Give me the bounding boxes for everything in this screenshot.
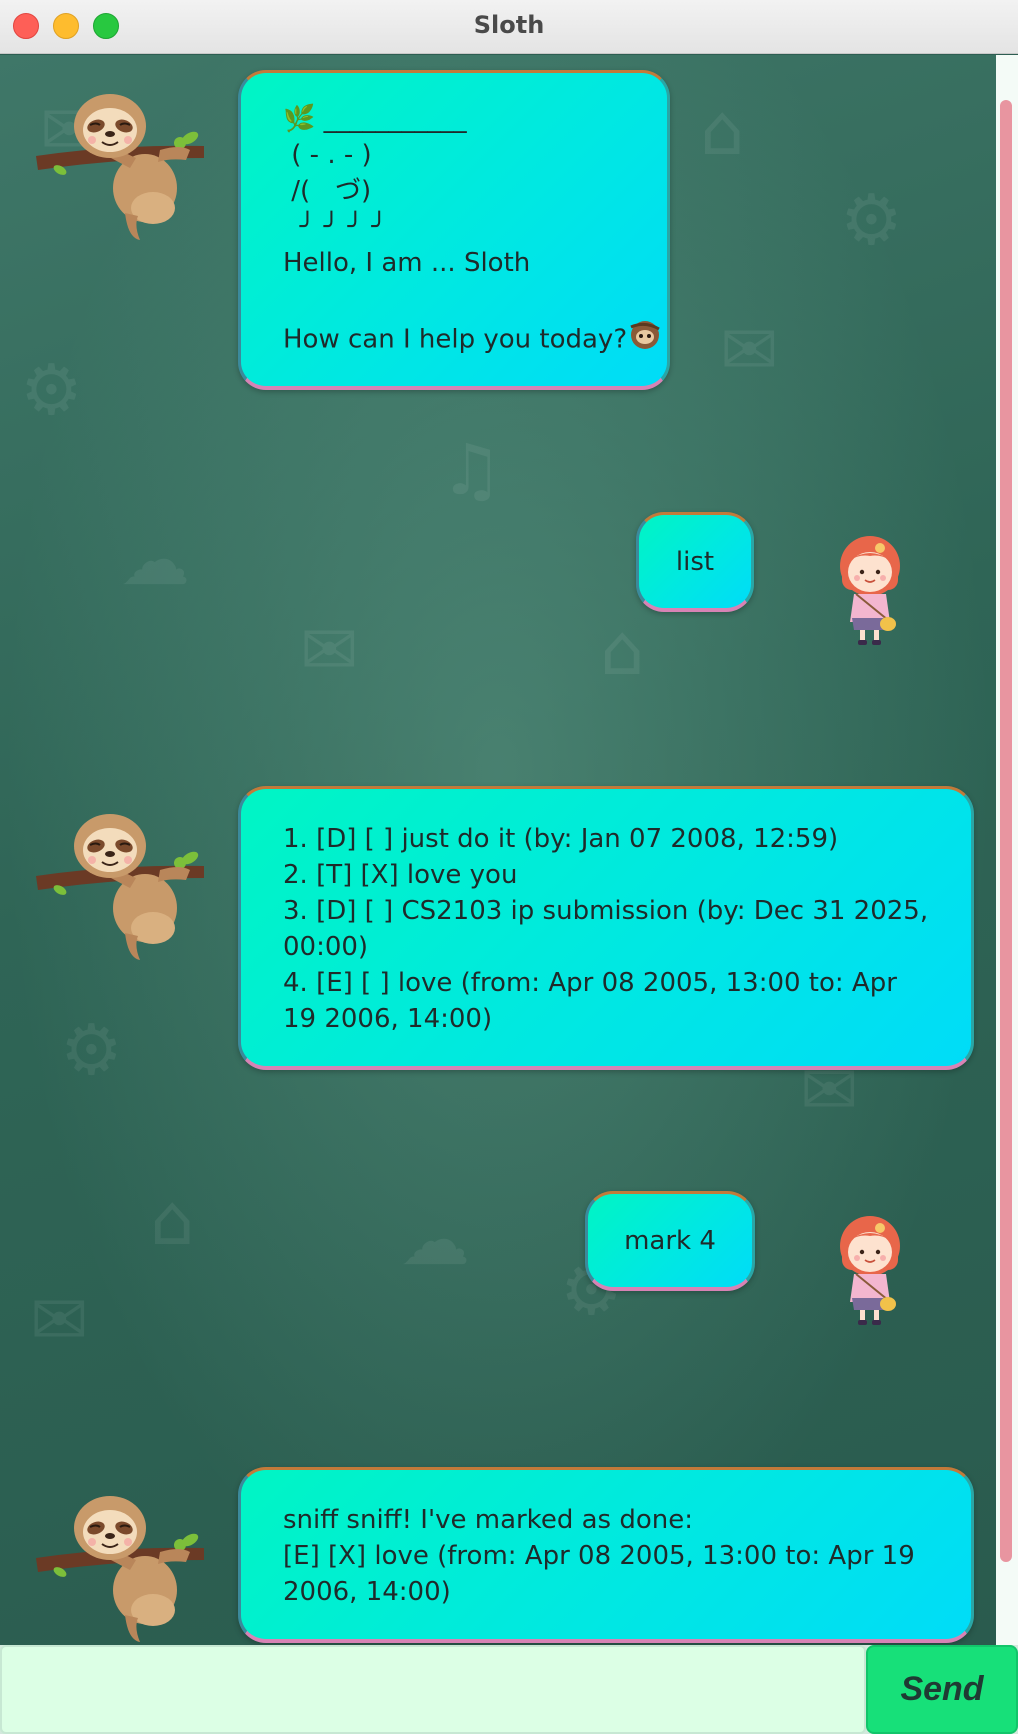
message-line: 4. [E] [ ] love (from: Apr 08 2005, 13:0… bbox=[283, 968, 897, 1034]
background-pattern-icon: ⌂ bbox=[700, 89, 745, 171]
sloth-avatar-icon bbox=[30, 808, 210, 968]
message-line: ╯ ╯ ╯ ╯ bbox=[283, 212, 387, 242]
message-line: sniff sniff! I've marked as done: bbox=[283, 1505, 693, 1535]
scrollbar-thumb[interactable] bbox=[1000, 100, 1012, 1562]
background-pattern-icon: ✉ bbox=[720, 309, 779, 391]
message-text: How can I help you today? bbox=[283, 324, 628, 355]
sloth-avatar-icon bbox=[30, 88, 210, 248]
background-pattern-icon: ⌂ bbox=[150, 1179, 195, 1261]
send-button[interactable]: Send bbox=[866, 1645, 1018, 1734]
message-line: How can I help you today? bbox=[283, 317, 660, 363]
girl-avatar-icon bbox=[830, 1210, 910, 1330]
background-pattern-icon: ♫ bbox=[440, 429, 503, 511]
background-pattern-icon: ⚙ bbox=[20, 349, 83, 431]
message-line: 1. [D] [ ] just do it (by: Jan 07 2008, … bbox=[283, 824, 839, 854]
sloth-avatar-icon bbox=[30, 1490, 210, 1650]
user-message-bubble: list bbox=[636, 512, 754, 612]
message-text: mark 4 bbox=[624, 1225, 716, 1256]
window-title: Sloth bbox=[473, 11, 545, 39]
message-line bbox=[283, 281, 631, 317]
girl-avatar-icon bbox=[830, 530, 910, 650]
message-line: 🌿 ___________ bbox=[283, 104, 467, 134]
background-pattern-icon: ✉ bbox=[300, 609, 359, 691]
message-line: [E] [X] love (from: Apr 08 2005, 13:00 t… bbox=[283, 1541, 915, 1607]
bot-message-bubble: 1. [D] [ ] just do it (by: Jan 07 2008, … bbox=[238, 786, 974, 1070]
bot-message-bubble: sniff sniff! I've marked as done: [E] [X… bbox=[238, 1467, 974, 1643]
sloth-emoji-icon bbox=[627, 317, 663, 363]
message-text: list bbox=[675, 546, 715, 577]
user-message-bubble: mark 4 bbox=[585, 1191, 755, 1291]
background-pattern-icon: ☁ bbox=[400, 1199, 470, 1281]
message-line: 3. [D] [ ] CS2103 ip submission (by: Dec… bbox=[283, 896, 929, 962]
title-bar: Sloth bbox=[0, 0, 1018, 54]
background-pattern-icon: ⌂ bbox=[600, 609, 645, 691]
message-input[interactable] bbox=[0, 1645, 866, 1734]
message-line: /( づ) bbox=[283, 176, 372, 206]
message-line: 2. [T] [X] love you bbox=[283, 860, 518, 890]
message-line: ( - . - ) bbox=[283, 140, 372, 170]
background-pattern-icon: ⚙ bbox=[60, 1009, 123, 1091]
background-pattern-icon: ⚙ bbox=[840, 179, 903, 261]
message-line: Hello, I am ... Sloth bbox=[283, 248, 531, 278]
background-pattern-icon: ✉ bbox=[30, 1279, 89, 1361]
bot-message-bubble: 🌿 ___________ ( - . - ) /( づ) ╯ ╯ ╯ ╯ He… bbox=[238, 70, 670, 390]
background-pattern-icon: ☁ bbox=[120, 519, 190, 601]
